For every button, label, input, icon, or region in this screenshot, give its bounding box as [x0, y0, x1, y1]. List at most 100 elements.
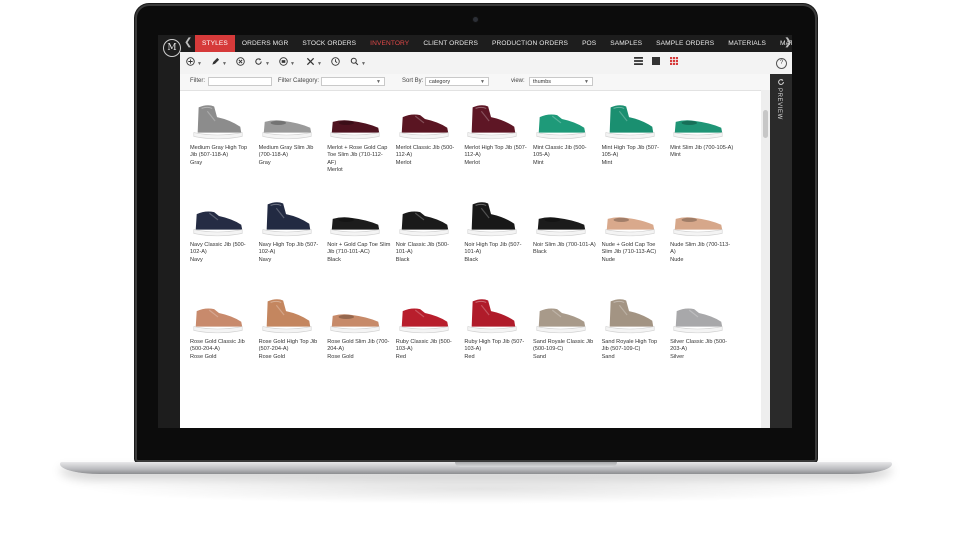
refresh-button[interactable]: ▼ — [254, 57, 270, 69]
product-thumbnail — [536, 308, 586, 334]
help-icon[interactable]: ? — [776, 58, 787, 69]
product-card[interactable]: Medium Gray Slim Jib (700-118-A) Gray — [257, 97, 326, 194]
product-color: Gray — [258, 159, 271, 166]
product-name: Navy Classic Jib (500-102-A) — [190, 242, 246, 256]
product-caption: Sand Royale High Top Jib (507-109-C) Sand — [602, 339, 666, 361]
preview-panel[interactable]: PREVIEW — [770, 74, 792, 428]
filter-bar: Filter: Filter Category: ▼ Sort By: cate… — [180, 74, 770, 91]
tab-pos[interactable]: POS — [575, 35, 603, 52]
product-card[interactable]: Navy High Top Jib (507-102-A) Navy — [257, 194, 326, 291]
nav-next-icon[interactable]: ❯ — [784, 37, 792, 49]
product-caption: Mint Classic Jib (500-105-A) Mint — [533, 145, 597, 167]
product-card[interactable]: Merlot Classic Jib (500-112-A) Merlot — [394, 97, 463, 194]
product-name: Merlot High Top Jib (507-112-A) — [464, 145, 527, 159]
product-card[interactable]: Rose Gold Classic Jib (500-204-A) Rose Go… — [188, 291, 257, 388]
product-name: Rose Gold Slim Jib (700-204-A) — [327, 339, 390, 353]
product-color: Merlot — [395, 159, 412, 166]
product-grid: Medium Gray High Top Jib (507-118-A) Gray… — [188, 97, 748, 388]
nav-prev-icon[interactable]: ❮ — [184, 37, 192, 49]
tab-client-orders[interactable]: CLIENT ORDERS — [416, 35, 485, 52]
product-thumbnail — [399, 211, 449, 237]
product-color: Mint — [601, 159, 613, 166]
product-card[interactable]: Noir Slim Jib (700-101-A) Black — [531, 194, 600, 291]
filter-input[interactable] — [208, 77, 272, 86]
tab-materials[interactable]: MATERIALS — [721, 35, 773, 52]
product-card[interactable]: Navy Classic Jib (500-102-A) Navy — [188, 194, 257, 291]
product-color: Black — [327, 256, 341, 263]
product-thumbnail — [330, 120, 380, 140]
product-thumbnail — [673, 308, 723, 334]
product-card[interactable]: Merlot + Rose Gold Cap Toe Slim Jib (710… — [325, 97, 394, 194]
product-caption: Ruby High Top Jib (507-103-A) Red — [464, 339, 528, 361]
product-card[interactable]: Rose Gold High Top Jib (507-204-A) Rose G… — [257, 291, 326, 388]
print-button[interactable]: ▼ — [279, 57, 295, 69]
product-card[interactable]: Nude + Gold Cap Toe Slim Jib (710-113-AC… — [600, 194, 669, 291]
product-color: Nude — [601, 256, 615, 263]
search-button[interactable]: ▼ — [350, 57, 366, 69]
product-name: Ruby High Top Jib (507-103-A) — [464, 339, 525, 353]
tab-orders-mgr[interactable]: ORDERS MGR — [235, 35, 295, 52]
thumbs-view-icon[interactable] — [670, 57, 678, 69]
product-name: Sand Royale High Top Jib (507-109-C) — [601, 339, 658, 353]
product-color: Black — [464, 256, 479, 263]
product-card[interactable]: Mint Slim Jib (700-105-A) Mint — [668, 97, 737, 194]
edit-button[interactable]: ▼ — [211, 57, 227, 69]
product-caption: Noir Slim Jib (700-101-A) Black — [533, 242, 597, 257]
history-button[interactable] — [331, 57, 340, 69]
product-card[interactable]: Nude Slim Jib (700-113-A) Nude — [668, 194, 737, 291]
scroll-thumb[interactable] — [763, 110, 768, 138]
product-card[interactable]: Sand Royale Classic Jib (500-109-C) Sand — [531, 291, 600, 388]
product-card[interactable]: Medium Gray High Top Jib (507-118-A) Gray — [188, 97, 257, 194]
tab-inventory[interactable]: INVENTORY — [363, 35, 416, 52]
product-caption: Merlot Classic Jib (500-112-A) Merlot — [396, 145, 460, 167]
chevron-down-icon: ▼ — [480, 79, 485, 85]
list-view-icon[interactable] — [634, 57, 643, 69]
product-card[interactable]: Sand Royale High Top Jib (507-109-C) Sand — [600, 291, 669, 388]
app-logo[interactable]: M — [163, 39, 181, 57]
left-rail — [158, 52, 180, 428]
tab-production-orders[interactable]: PRODUCTION ORDERS — [485, 35, 575, 52]
tab-stock-orders[interactable]: STOCK ORDERS — [295, 35, 363, 52]
product-caption: Silver Classic Jib (500-203-A) Silver — [670, 339, 734, 361]
product-card[interactable]: Silver Classic Jib (500-203-A) Silver — [668, 291, 737, 388]
product-card[interactable]: Noir Classic Jib (500-101-A) Black — [394, 194, 463, 291]
product-color: Red — [395, 353, 407, 360]
tools-button[interactable]: ▼ — [306, 57, 322, 69]
filter-category-select[interactable]: ▼ — [321, 77, 385, 86]
product-color: Rose Gold — [327, 353, 354, 360]
product-card[interactable]: Noir + Gold Cap Toe Slim Jib (710-101-AC… — [325, 194, 394, 291]
sort-select[interactable]: category ▼ — [425, 77, 489, 86]
product-name: Mint Classic Jib (500-105-A) — [532, 145, 587, 159]
toolbar: ▼ ▼ ▼ ▼ ▼ ▼ ? — [180, 52, 792, 75]
product-caption: Medium Gray Slim Jib (700-118-A) Gray — [259, 145, 323, 167]
tab-sample-orders[interactable]: SAMPLE ORDERS — [649, 35, 721, 52]
card-view-icon[interactable] — [652, 57, 660, 69]
product-card[interactable]: Merlot High Top Jib (507-112-A) Merlot — [462, 97, 531, 194]
product-thumbnail — [467, 105, 517, 140]
product-card[interactable]: Ruby Classic Jib (500-103-A) Red — [394, 291, 463, 388]
product-name: Nude Slim Jib (700-113-A) — [670, 242, 731, 256]
cancel-button[interactable] — [236, 57, 245, 69]
product-card[interactable]: Rose Gold Slim Jib (700-204-A) Rose Gold — [325, 291, 394, 388]
product-card[interactable]: Mint High Top Jib (507-105-A) Mint — [600, 97, 669, 194]
print-icon — [279, 57, 288, 66]
product-thumbnail — [262, 299, 312, 334]
scrollbar[interactable] — [761, 90, 770, 428]
product-name: Ruby Classic Jib (500-103-A) — [395, 339, 452, 353]
tab-samples[interactable]: SAMPLES — [603, 35, 649, 52]
product-thumbnail — [673, 120, 723, 140]
product-caption: Noir + Gold Cap Toe Slim Jib (710-101-AC… — [327, 242, 391, 264]
product-color: Black — [532, 249, 547, 256]
product-thumbnail — [193, 211, 243, 237]
product-card[interactable]: Ruby High Top Jib (507-103-A) Red — [462, 291, 531, 388]
product-color: Nude — [670, 256, 684, 263]
tab-styles[interactable]: STYLES — [195, 35, 235, 52]
product-name: Nude + Gold Cap Toe Slim Jib (710-113-AC… — [601, 242, 657, 256]
product-color: Merlot — [327, 166, 343, 173]
add-button[interactable]: ▼ — [186, 57, 202, 69]
laptop-notch — [455, 462, 617, 467]
product-thumbnail — [262, 202, 312, 237]
product-card[interactable]: Mint Classic Jib (500-105-A) Mint — [531, 97, 600, 194]
product-card[interactable]: Noir High Top Jib (507-101-A) Black — [462, 194, 531, 291]
view-select[interactable]: thumbs ▼ — [529, 77, 593, 86]
